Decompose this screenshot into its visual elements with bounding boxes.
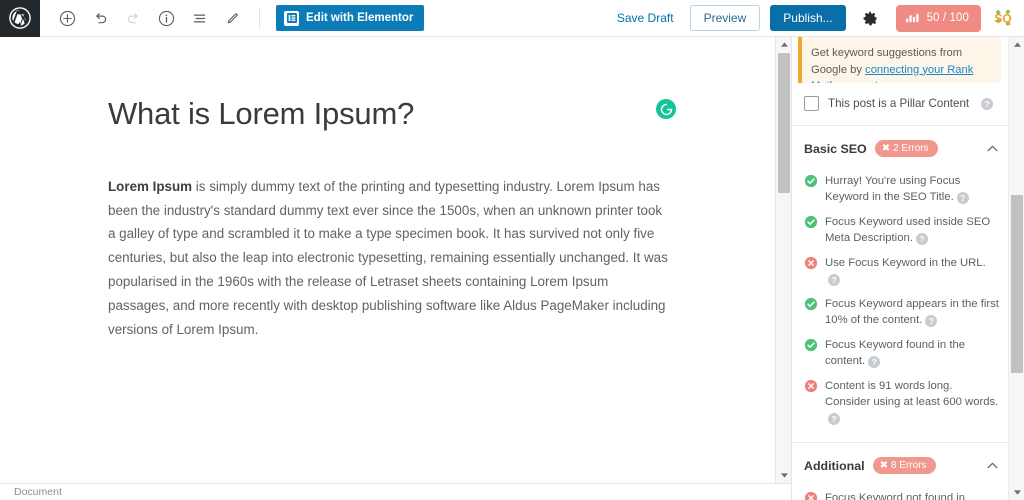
error-x-icon: ✖ xyxy=(879,460,888,472)
sidebar-content: Get keyword suggestions from Google by c… xyxy=(792,37,1009,500)
list-item: Focus Keyword found in the content.? xyxy=(804,334,999,375)
paragraph-lead-bold: Lorem Ipsum xyxy=(108,178,193,194)
list-item: Content is 91 words long. Consider using… xyxy=(804,375,999,432)
list-item: Focus Keyword not found in subheading(s)… xyxy=(804,487,999,500)
pillar-content-checkbox[interactable] xyxy=(804,96,819,111)
grammarly-icon[interactable] xyxy=(656,99,676,119)
check-ok-icon xyxy=(804,338,818,357)
toolbar-icon-group: Edit with Elementor xyxy=(40,3,425,33)
status-badge: ✖ 2 Errors xyxy=(874,140,938,157)
list-item-label: Focus Keyword appears in the first 10% o… xyxy=(825,298,999,327)
svg-text:SQ: SQ xyxy=(994,12,1011,26)
toolbar-right-group: Save Draft Preview Publish... 50 / 100 S… xyxy=(611,0,1024,37)
help-icon[interactable]: ? xyxy=(915,233,928,246)
post-title[interactable]: What is Lorem Ipsum? xyxy=(108,95,675,134)
help-icon[interactable]: ? xyxy=(828,413,840,426)
status-badge: ✖ 8 Errors xyxy=(872,457,936,475)
add-block-icon[interactable] xyxy=(52,3,82,33)
help-icon[interactable]: ? xyxy=(956,192,969,205)
list-item-label: Content is 91 words long. Consider using… xyxy=(825,380,999,409)
list-item: Focus Keyword used inside SEO Meta Descr… xyxy=(804,211,999,252)
seo-score-badge[interactable]: 50 / 100 xyxy=(895,4,981,32)
pillar-content-label: This post is a Pillar Content xyxy=(828,97,970,110)
rank-math-sidebar: Get keyword suggestions from Google by c… xyxy=(791,37,1024,500)
list-item-label: Use Focus Keyword in the URL. xyxy=(825,257,986,270)
editor-scroll-up-arrow[interactable] xyxy=(776,37,792,52)
wordpress-logo-icon[interactable] xyxy=(0,0,40,37)
seo-score-label: 50 / 100 xyxy=(926,12,969,24)
list-item: Use Focus Keyword in the URL.? xyxy=(804,252,999,293)
list-item-label: Focus Keyword not found in subheading(s)… xyxy=(825,492,966,500)
edit-with-elementor-button[interactable]: Edit with Elementor xyxy=(276,5,425,31)
additional-checklist: Focus Keyword not found in subheading(s)… xyxy=(792,487,1009,500)
preview-button[interactable]: Preview xyxy=(689,5,761,31)
help-icon[interactable]: ? xyxy=(981,97,994,110)
help-icon[interactable]: ? xyxy=(828,274,840,287)
section-title: Basic SEO xyxy=(804,141,867,156)
sidebar-scrollbar-thumb[interactable] xyxy=(1011,195,1023,373)
list-item-label: Focus Keyword used inside SEO Meta Descr… xyxy=(825,216,991,245)
gear-icon[interactable] xyxy=(857,4,885,32)
list-view-icon[interactable] xyxy=(184,3,214,33)
elementor-icon xyxy=(284,10,299,26)
publish-button[interactable]: Publish... xyxy=(770,5,846,31)
chevron-up-icon[interactable] xyxy=(987,145,998,152)
wordpress-block-editor: Edit with Elementor Save Draft Preview P… xyxy=(0,0,1024,500)
keyword-suggestion-notice-clip: Get keyword suggestions from Google by c… xyxy=(792,37,1009,83)
list-item-label: Focus Keyword found in the content. xyxy=(825,339,966,368)
error-x-icon: ✖ xyxy=(881,143,891,154)
sidebar-scroll-down-arrow[interactable] xyxy=(1009,485,1024,500)
editor-scrollbar-thumb[interactable] xyxy=(778,53,790,193)
undo-icon[interactable] xyxy=(85,3,115,33)
elementor-button-label: Edit with Elementor xyxy=(306,12,414,24)
sidebar-scroll-up-arrow[interactable] xyxy=(1009,37,1024,52)
editor-content-area: What is Lorem Ipsum? Lorem Ipsum is simp… xyxy=(0,37,791,483)
error-count-label: 8 Errors xyxy=(890,460,927,472)
section-title: Additional xyxy=(804,458,865,473)
editor-bottom-bar: Document xyxy=(0,483,791,500)
section-header-additional[interactable]: Additional ✖ 8 Errors xyxy=(792,443,1009,487)
breadcrumb[interactable]: Document xyxy=(14,486,62,498)
edit-pencil-icon[interactable] xyxy=(217,3,247,33)
editor-scrollbar[interactable] xyxy=(775,37,791,483)
seo-score-chart-icon xyxy=(905,12,920,24)
paragraph-text: is simply dummy text of the printing and… xyxy=(108,178,668,337)
keyword-suggestion-notice: Get keyword suggestions from Google by c… xyxy=(798,37,1001,83)
check-error-icon xyxy=(804,379,818,398)
rank-math-logo[interactable]: SQ xyxy=(990,5,1016,31)
check-ok-icon xyxy=(804,215,818,234)
sidebar-scrollbar[interactable] xyxy=(1008,37,1024,500)
basic-seo-checklist: Hurray! You're using Focus Keyword in th… xyxy=(792,170,1009,438)
pillar-content-row[interactable]: This post is a Pillar Content ? xyxy=(792,83,1009,126)
check-ok-icon xyxy=(804,297,818,316)
check-error-icon xyxy=(804,256,818,275)
help-icon[interactable]: ? xyxy=(925,315,938,328)
editor-toolbar: Edit with Elementor Save Draft Preview P… xyxy=(0,0,1024,37)
help-icon[interactable]: ? xyxy=(868,356,881,369)
toolbar-divider xyxy=(259,7,260,29)
redo-icon[interactable] xyxy=(118,3,148,33)
post-paragraph[interactable]: Lorem Ipsum is simply dummy text of the … xyxy=(0,134,775,342)
post-title-row: What is Lorem Ipsum? xyxy=(0,37,775,134)
check-ok-icon xyxy=(804,174,818,193)
section-header-basic-seo[interactable]: Basic SEO ✖ 2 Errors xyxy=(792,126,1009,170)
save-draft-button[interactable]: Save Draft xyxy=(611,7,680,29)
info-icon[interactable] xyxy=(151,3,181,33)
editor-scroll-down-arrow[interactable] xyxy=(776,468,792,483)
notice-text-after: . xyxy=(878,80,881,83)
list-item-label: Hurray! You're using Focus Keyword in th… xyxy=(825,175,961,204)
check-error-icon xyxy=(804,491,818,500)
post-editor-canvas[interactable]: What is Lorem Ipsum? Lorem Ipsum is simp… xyxy=(0,37,775,483)
list-item: Focus Keyword appears in the first 10% o… xyxy=(804,293,999,334)
list-item: Hurray! You're using Focus Keyword in th… xyxy=(804,170,999,211)
error-count-label: 2 Errors xyxy=(893,143,929,154)
chevron-up-icon[interactable] xyxy=(987,462,998,469)
